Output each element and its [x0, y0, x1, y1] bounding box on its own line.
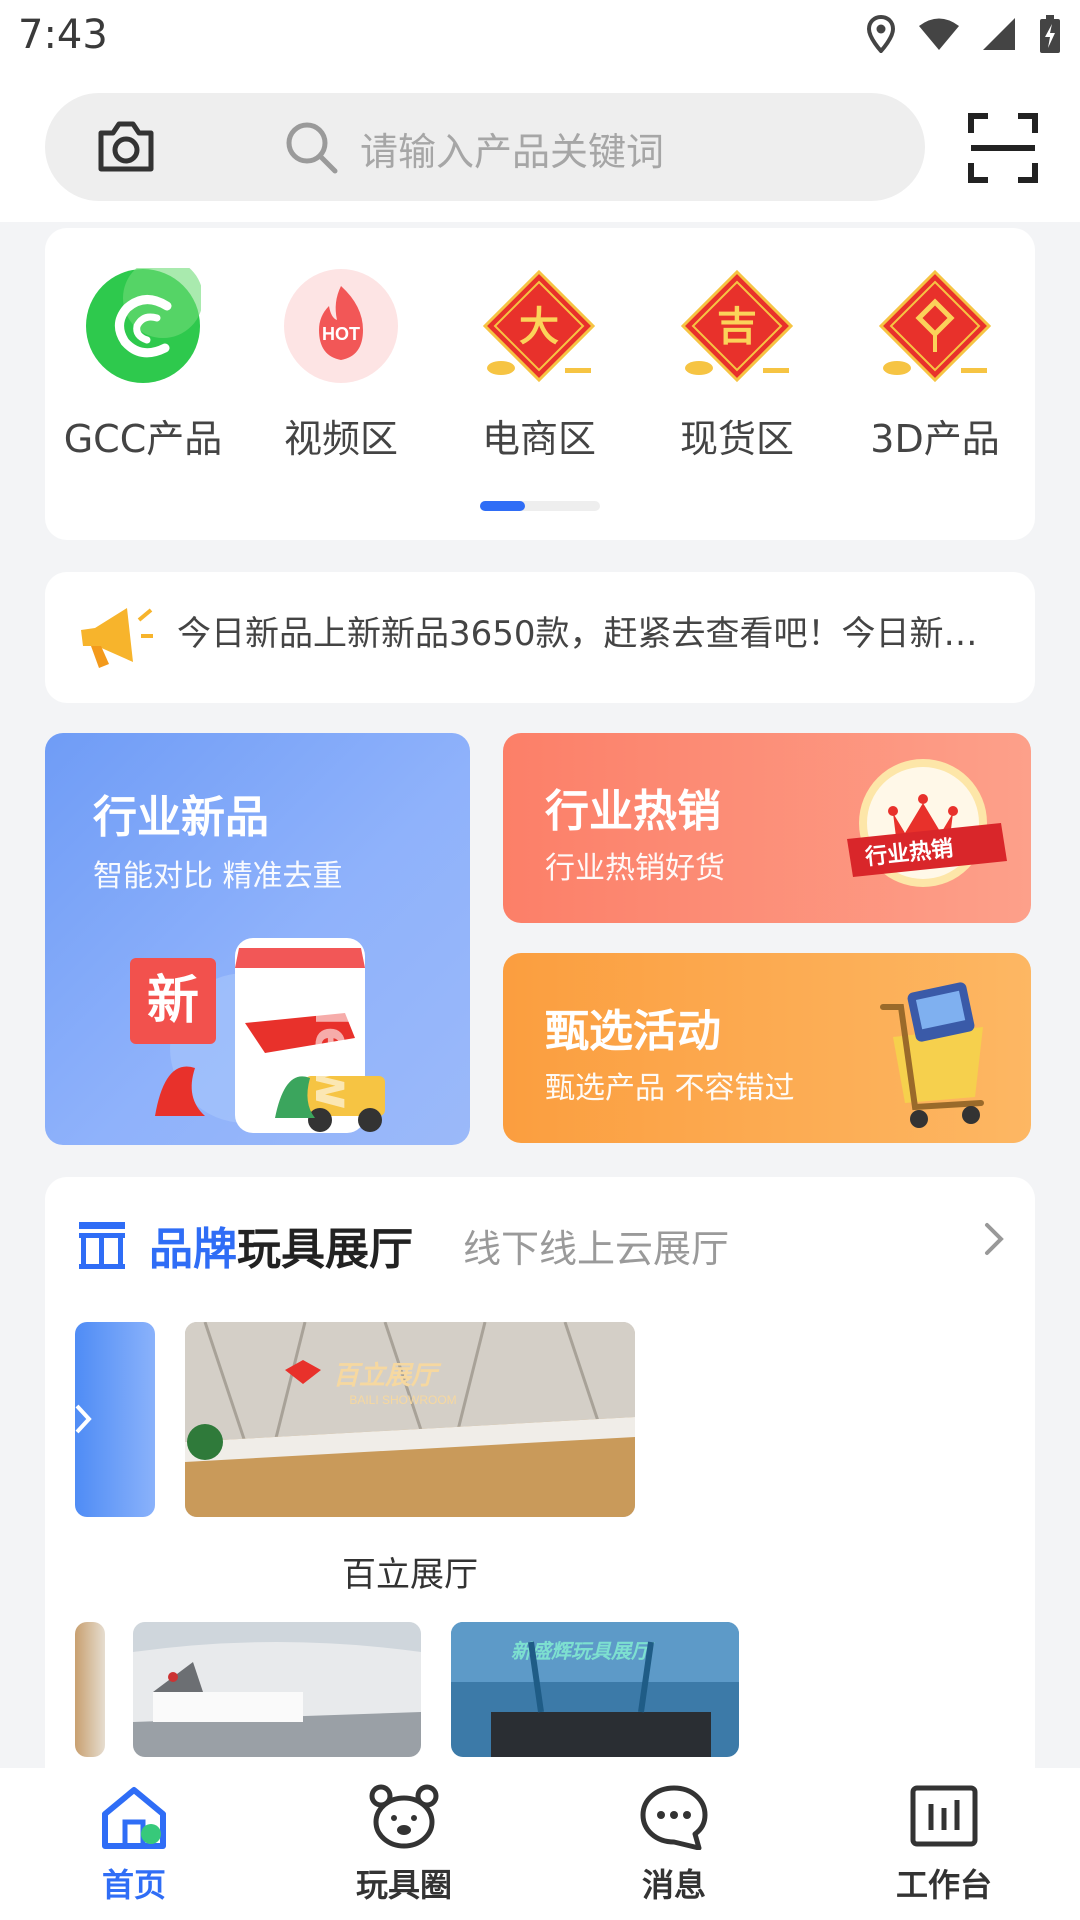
category-scroll-indicator [480, 501, 600, 511]
promo-subtitle: 甄选产品 不容错过 [545, 1071, 795, 1106]
announcement-text: 今日新品上新新品3650款，赶紧去查看吧！今日新… [177, 614, 978, 654]
chat-bubble-icon [640, 1785, 708, 1851]
hot-badge-text: HOT [322, 324, 360, 344]
showroom-sign-subtext: BAILI SHOWROOM [349, 1393, 456, 1407]
showroom-image: 新盛辉玩具展厅 [451, 1622, 739, 1757]
new-badge: 新 [130, 958, 216, 1044]
showroom-image: 百立展厅 BAILI SHOWROOM [185, 1322, 635, 1517]
announcement-bar[interactable]: 今日新品上新新品3650款，赶紧去查看吧！今日新… [45, 572, 1035, 703]
chevron-right-icon [75, 1404, 92, 1434]
shopping-cart-icon [880, 982, 984, 1128]
nav-label: 首页 [101, 1866, 166, 1904]
promo-title: 甄选活动 [545, 1006, 721, 1057]
nav-label: 消息 [641, 1866, 706, 1904]
promo-industry-new[interactable]: 行业新品 智能对比 精准去重 新 New [45, 733, 470, 1145]
category-label: 视频区 [283, 417, 398, 461]
category-label: GCC产品 [63, 417, 223, 461]
search-bar[interactable]: 请输入产品关键词 [45, 93, 925, 201]
battery-charging-icon [1040, 15, 1060, 53]
promo-subtitle: 行业热销好货 [545, 851, 725, 886]
scan-icon[interactable] [968, 113, 1038, 183]
wifi-icon [919, 18, 959, 50]
showroom-photo-2[interactable] [133, 1622, 421, 1757]
brand-showroom-section: 品牌 玩具展厅 线下线上云展厅 百立展厅 BAILI SHOWROOM 百立展厅… [45, 1177, 1035, 1797]
promo-title: 行业热销 [545, 786, 721, 837]
nav-home[interactable]: 首页 [44, 1784, 224, 1906]
promo-selected-activity[interactable]: 甄选活动 甄选产品 不容错过 [503, 953, 1031, 1143]
header: 请输入产品关键词 [0, 75, 1080, 222]
section-subtitle: 线下线上云展厅 [463, 1226, 730, 1271]
nav-workbench[interactable]: 工作台 [854, 1784, 1034, 1906]
category-label: 现货区 [679, 417, 794, 461]
signal-icon [983, 18, 1015, 50]
category-3d[interactable]: 3D产品 [855, 268, 1015, 463]
bear-icon [369, 1784, 439, 1849]
hot-flame-icon: HOT [284, 269, 398, 383]
new-watermark: New [303, 983, 363, 1110]
nav-toy-circle[interactable]: 玩具圈 [314, 1784, 494, 1906]
home-icon [102, 1787, 166, 1849]
showroom-building-icon [79, 1222, 125, 1269]
category-label: 3D产品 [870, 417, 1000, 461]
showroom-sign-text: 百立展厅 [333, 1361, 442, 1391]
showroom-card-partial[interactable] [75, 1322, 155, 1517]
gcc-logo-icon [86, 258, 203, 383]
showroom-photo-3[interactable]: 新盛辉玩具展厅 [451, 1622, 739, 1757]
nav-messages[interactable]: 消息 [584, 1784, 764, 1906]
status-bar: 7:43 [0, 0, 1080, 75]
category-gcc[interactable]: GCC产品 [63, 258, 223, 463]
chinese-knot-icon [878, 269, 992, 383]
category-label: 电商区 [481, 417, 596, 461]
camera-icon[interactable] [95, 119, 157, 173]
bottom-navigation: 首页 玩具圈 消息 工作台 [0, 1768, 1080, 1920]
category-glyph: 吉 [717, 304, 757, 350]
category-video[interactable]: HOT 视频区 [261, 268, 421, 463]
showroom-photo-partial[interactable] [75, 1622, 105, 1757]
chevron-right-icon[interactable] [983, 1221, 1005, 1257]
promo-industry-hot[interactable]: 行业热销 行业热销好货 行业热销 [503, 733, 1031, 923]
promo-subtitle: 智能对比 精准去重 [93, 859, 343, 894]
showroom-image [133, 1622, 421, 1757]
crown-medal-icon [847, 759, 1007, 887]
nav-label: 玩具圈 [355, 1866, 452, 1904]
section-title: 玩具展厅 [237, 1224, 413, 1275]
promo-title: 行业新品 [93, 792, 269, 843]
category-shortcuts: GCC产品 HOT 视频区 大 电商区 吉 现货区 3D产品 [45, 228, 1035, 540]
category-glyph: 大 [519, 304, 559, 350]
category-in-stock[interactable]: 吉 现货区 [657, 268, 817, 463]
search-input[interactable]: 请输入产品关键词 [360, 121, 664, 176]
location-icon [866, 15, 896, 53]
showroom-caption: 百立展厅 [342, 1555, 478, 1595]
status-time: 7:43 [18, 12, 108, 58]
nav-label: 工作台 [895, 1866, 992, 1904]
ji-diamond-icon: 吉 [680, 269, 794, 383]
section-title-highlight: 品牌 [149, 1224, 237, 1275]
megaphone-icon [81, 608, 153, 668]
da-diamond-icon: 大 [482, 269, 596, 383]
search-icon [286, 122, 338, 174]
showroom-photo-baili[interactable]: 百立展厅 BAILI SHOWROOM [185, 1322, 635, 1517]
dashboard-icon [910, 1785, 978, 1847]
category-ecommerce[interactable]: 大 电商区 [459, 268, 619, 463]
